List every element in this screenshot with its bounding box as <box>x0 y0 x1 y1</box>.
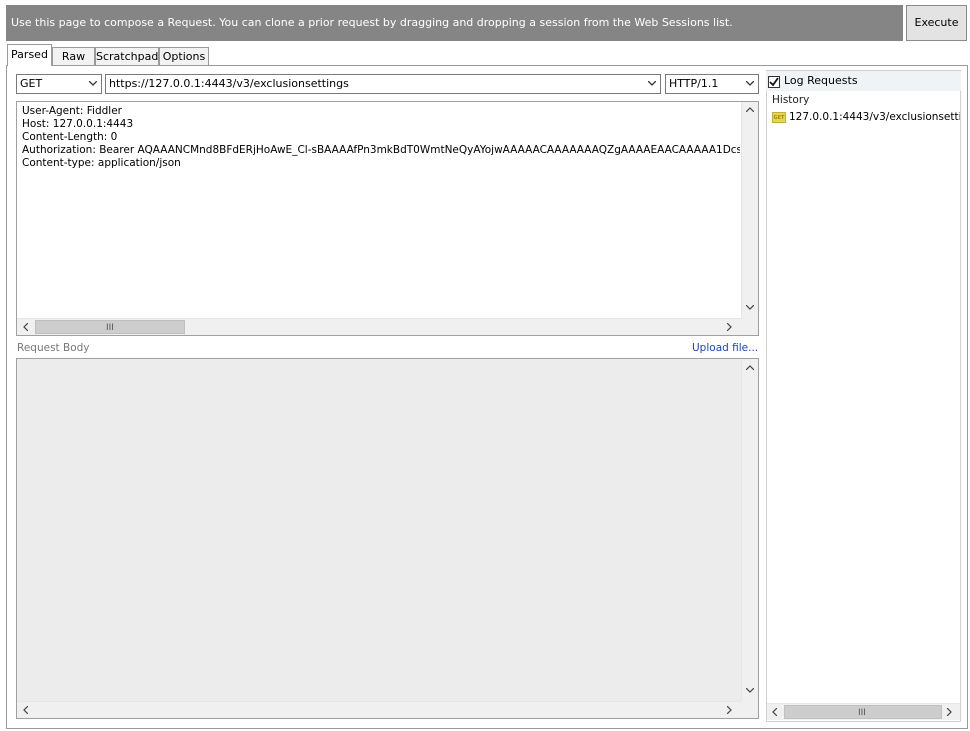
scroll-corner <box>741 702 758 718</box>
scroll-thumb[interactable]: III <box>35 320 185 334</box>
scroll-down-icon[interactable] <box>742 684 758 700</box>
scroll-left-icon[interactable] <box>768 704 784 720</box>
get-request-icon: GET <box>772 112 786 123</box>
tab-scratchpad[interactable]: Scratchpad <box>95 47 159 65</box>
header-line: Content-Length: 0 <box>22 131 118 143</box>
scroll-right-icon[interactable] <box>943 704 959 720</box>
execute-button[interactable]: Execute <box>906 5 967 41</box>
history-item[interactable]: GET 127.0.0.1:4443/v3/exclusionsettings <box>771 110 960 126</box>
scroll-up-icon[interactable] <box>742 103 758 119</box>
scroll-grip: III <box>858 708 866 718</box>
scroll-grip: III <box>106 323 114 333</box>
history-horizontal-scrollbar[interactable]: III <box>767 703 960 720</box>
scroll-right-icon[interactable] <box>723 319 739 335</box>
request-headers-textbox[interactable]: User-Agent: Fiddler Host: 127.0.0.1:4443… <box>16 101 759 336</box>
scroll-thumb[interactable]: III <box>784 705 942 719</box>
chevron-down-icon <box>742 75 758 93</box>
http-version-select[interactable]: HTTP/1.1 <box>665 74 759 94</box>
headers-vertical-scrollbar[interactable] <box>741 102 758 319</box>
scroll-left-icon[interactable] <box>19 702 35 718</box>
tab-raw[interactable]: Raw <box>52 47 95 65</box>
history-item-url: 127.0.0.1:4443/v3/exclusionsettings <box>789 111 960 123</box>
scroll-down-icon[interactable] <box>742 301 758 317</box>
body-horizontal-scrollbar[interactable] <box>17 701 741 718</box>
headers-horizontal-scrollbar[interactable]: III <box>17 318 741 335</box>
tab-options[interactable]: Options <box>159 47 209 65</box>
scroll-left-icon[interactable] <box>19 319 35 335</box>
chevron-down-icon <box>85 75 101 93</box>
checkmark-icon <box>769 77 779 87</box>
history-panel <box>766 70 961 722</box>
info-bar: Use this page to compose a Request. You … <box>6 5 903 41</box>
chevron-down-icon <box>644 75 660 93</box>
header-line: Content-type: application/json <box>22 157 181 169</box>
request-body-textbox[interactable] <box>16 358 759 719</box>
request-body-label: Request Body <box>17 342 90 354</box>
log-requests-label[interactable]: Log Requests <box>784 74 858 87</box>
url-input[interactable]: https://127.0.0.1:4443/v3/exclusionsetti… <box>105 74 661 94</box>
history-label: History <box>772 94 810 106</box>
body-vertical-scrollbar[interactable] <box>741 359 758 702</box>
method-select[interactable]: GET <box>16 74 102 94</box>
header-line: Host: 127.0.0.1:4443 <box>22 118 134 130</box>
scroll-right-icon[interactable] <box>723 702 739 718</box>
header-line: Authorization: Bearer AQAAANCMnd8BFdERjH… <box>22 144 740 156</box>
method-value: GET <box>20 77 43 90</box>
http-version-value: HTTP/1.1 <box>669 77 719 90</box>
tab-parsed[interactable]: Parsed <box>7 44 52 66</box>
scroll-corner <box>741 319 758 335</box>
url-value: https://127.0.0.1:4443/v3/exclusionsetti… <box>109 77 349 90</box>
upload-file-link[interactable]: Upload file... <box>692 342 758 354</box>
scroll-up-icon[interactable] <box>742 361 758 377</box>
log-requests-checkbox[interactable] <box>768 76 780 88</box>
header-line: User-Agent: Fiddler <box>22 105 122 117</box>
